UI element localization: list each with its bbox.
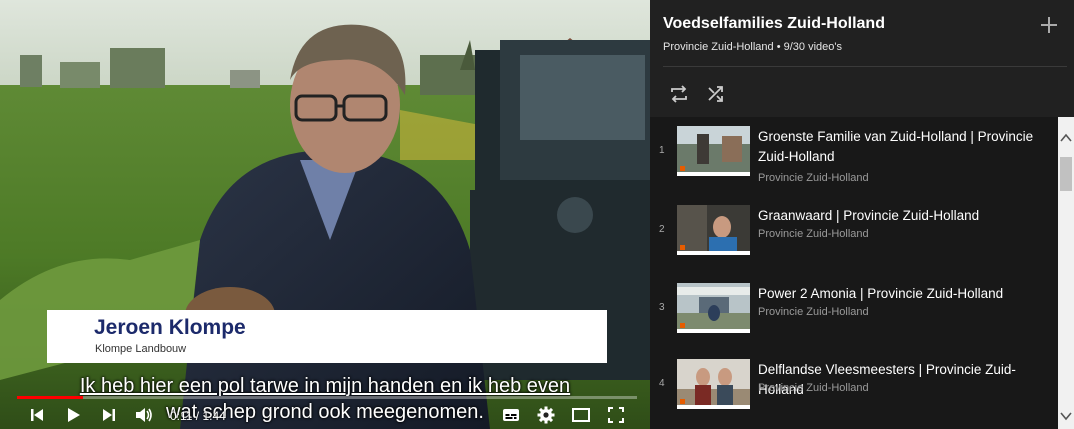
playlist-title[interactable]: Voedselfamilies Zuid-Holland: [663, 15, 885, 33]
previous-icon[interactable]: [26, 404, 48, 426]
item-index: 4: [659, 378, 665, 389]
volume-icon[interactable]: [133, 404, 155, 426]
scroll-thumb[interactable]: [1060, 157, 1072, 191]
add-icon[interactable]: [1038, 14, 1060, 36]
scroll-up-icon[interactable]: [1059, 131, 1073, 145]
playlist-item[interactable]: 2 Graanwaard | Provincie Zuid-Holland Pr…: [650, 196, 1058, 266]
playlist-list: 1 Groenste Familie van Zuid-Holland | Pr…: [650, 117, 1058, 429]
video-channel: Provincie Zuid-Holland: [758, 172, 869, 184]
shuffle-icon[interactable]: [705, 83, 727, 105]
playlist-meta: Provincie Zuid-Holland • 9/30 video's: [663, 41, 842, 53]
video-frame: [0, 0, 650, 429]
playlist-item[interactable]: 1 Groenste Familie van Zuid-Holland | Pr…: [650, 117, 1058, 187]
playlist-header: Voedselfamilies Zuid-Holland Provincie Z…: [650, 0, 1074, 117]
fullscreen-icon[interactable]: [605, 404, 627, 426]
scroll-down-icon[interactable]: [1059, 409, 1073, 423]
lower-third: Jeroen Klompe Klompe Landbouw: [47, 310, 607, 363]
playlist-item[interactable]: 3 Power 2 Amonia | Provincie Zuid-Hollan…: [650, 274, 1058, 344]
video-player[interactable]: Jeroen Klompe Klompe Landbouw Ik heb hie…: [0, 0, 650, 429]
speaker-company: Klompe Landbouw: [95, 343, 187, 355]
progress-fill: [17, 396, 83, 399]
video-thumbnail[interactable]: [677, 126, 750, 176]
video-channel: Provincie Zuid-Holland: [758, 382, 869, 394]
next-icon[interactable]: [98, 404, 120, 426]
play-icon[interactable]: [62, 404, 84, 426]
video-channel: Provincie Zuid-Holland: [758, 306, 869, 318]
video-title[interactable]: Groenste Familie van Zuid-Holland | Prov…: [758, 127, 1053, 167]
video-title[interactable]: Graanwaard | Provincie Zuid-Holland: [758, 206, 1053, 226]
settings-icon[interactable]: [535, 404, 557, 426]
playlist-item[interactable]: 4 Delflandse Vleesmeesters | Provincie Z…: [650, 350, 1058, 420]
header-divider: [663, 66, 1067, 67]
progress-bar[interactable]: [17, 396, 637, 399]
item-index: 2: [659, 224, 665, 235]
player-controls: 0:11 / 1:44: [0, 400, 650, 429]
playlist-scrollbar[interactable]: [1058, 117, 1074, 429]
item-index: 1: [659, 145, 665, 156]
subtitles-icon[interactable]: [500, 404, 522, 426]
time-display: 0:11 / 1:44: [170, 409, 226, 423]
video-title[interactable]: Power 2 Amonia | Provincie Zuid-Holland: [758, 284, 1053, 304]
subtitle-line-1: Ik heb hier een pol tarwe in mijn handen…: [79, 375, 571, 397]
item-index: 3: [659, 302, 665, 313]
video-thumbnail[interactable]: [677, 359, 750, 409]
video-channel: Provincie Zuid-Holland: [758, 228, 869, 240]
theater-icon[interactable]: [570, 404, 592, 426]
loop-icon[interactable]: [668, 83, 690, 105]
video-thumbnail[interactable]: [677, 283, 750, 333]
video-thumbnail[interactable]: [677, 205, 750, 255]
playlist-panel: Voedselfamilies Zuid-Holland Provincie Z…: [650, 0, 1074, 429]
video-title[interactable]: Delflandse Vleesmeesters | Provincie Zui…: [758, 360, 1053, 400]
speaker-name: Jeroen Klompe: [94, 316, 246, 339]
